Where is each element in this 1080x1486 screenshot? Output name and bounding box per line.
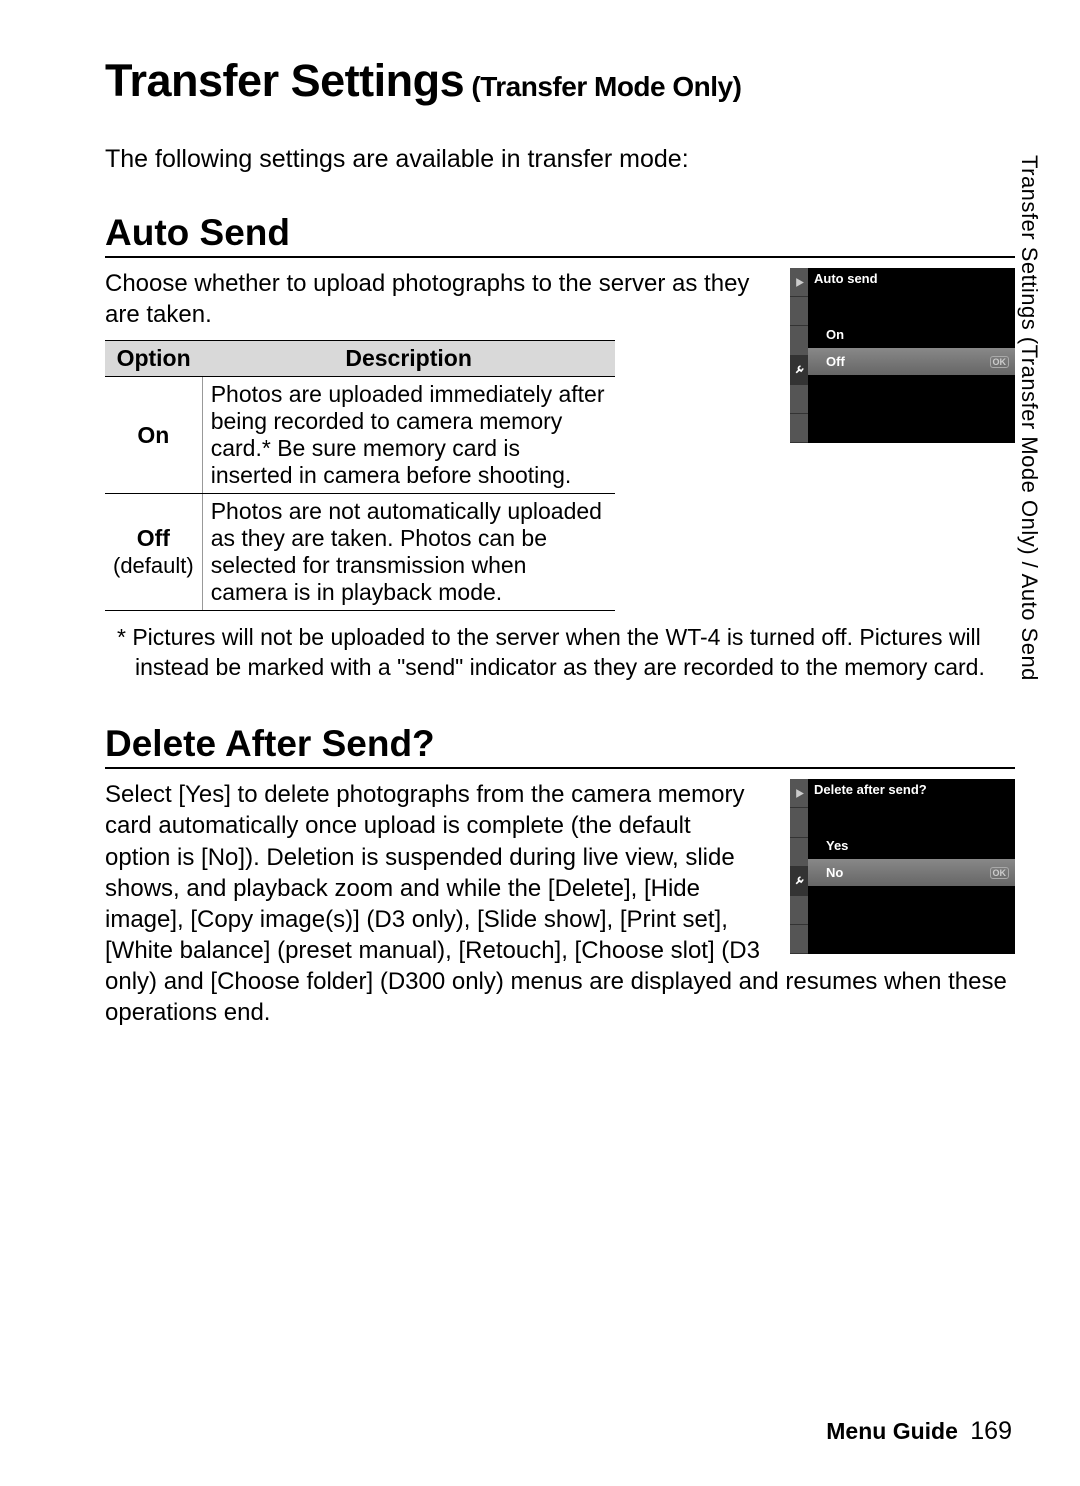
table-row: On Photos are uploaded immediately after… xyxy=(105,377,615,494)
myMenu-icon xyxy=(790,925,808,954)
option-name-off: Off (default) xyxy=(105,494,202,611)
menu-item-no[interactable]: No OK xyxy=(808,859,1015,886)
title-main: Transfer Settings xyxy=(105,55,464,106)
camera-icon xyxy=(790,297,808,326)
pencil-icon xyxy=(790,838,808,867)
header-option: Option xyxy=(105,341,202,377)
page-title: Transfer Settings (Transfer Mode Only) xyxy=(105,55,1015,107)
option-name-on: On xyxy=(105,377,202,494)
auto-send-screenshot: Auto send On Off OK xyxy=(790,268,1015,443)
header-description: Description xyxy=(202,341,615,377)
table-row: Off (default) Photos are not automatical… xyxy=(105,494,615,611)
section-heading-delete: Delete After Send? xyxy=(105,723,1015,769)
section-heading-auto-send: Auto Send xyxy=(105,212,1015,258)
menu-item-off[interactable]: Off OK xyxy=(808,348,1015,375)
auto-send-content: Choose whether to upload photographs to … xyxy=(105,268,1015,611)
pencil-icon xyxy=(790,326,808,355)
wrench-icon xyxy=(790,867,808,896)
retouch-icon xyxy=(790,385,808,414)
ok-badge: OK xyxy=(990,356,1010,368)
menu-item-yes[interactable]: Yes xyxy=(808,832,1015,859)
margin-breadcrumb: Transfer Settings (Transfer Mode Only) /… xyxy=(1016,155,1042,681)
table-header-row: Option Description xyxy=(105,341,615,377)
option-desc-off: Photos are not automatically uploaded as… xyxy=(202,494,615,611)
menu-item-on[interactable]: On xyxy=(808,321,1015,348)
camera-side-tabs xyxy=(790,779,808,954)
page-number: 169 xyxy=(970,1417,1012,1445)
camera-side-tabs xyxy=(790,268,808,443)
menu-title: Delete after send? xyxy=(808,779,1015,800)
auto-send-description: Choose whether to upload photographs to … xyxy=(105,268,760,330)
footer-section: Menu Guide xyxy=(826,1418,958,1444)
menu-title: Auto send xyxy=(808,268,1015,289)
play-icon xyxy=(790,268,808,297)
intro-text: The following settings are available in … xyxy=(105,145,1015,174)
option-desc-on: Photos are uploaded immediately after be… xyxy=(202,377,615,494)
title-sub: (Transfer Mode Only) xyxy=(464,71,741,102)
ok-badge: OK xyxy=(990,867,1010,879)
wrench-icon xyxy=(790,356,808,385)
retouch-icon xyxy=(790,896,808,925)
auto-send-footnote: * Pictures will not be uploaded to the s… xyxy=(105,623,1015,683)
myMenu-icon xyxy=(790,414,808,443)
auto-send-table: Option Description On Photos are uploade… xyxy=(105,340,615,611)
camera-icon xyxy=(790,808,808,837)
play-icon xyxy=(790,779,808,808)
page-footer: Menu Guide 169 xyxy=(826,1417,1012,1446)
delete-after-screenshot: Delete after send? Yes No OK xyxy=(790,779,1015,954)
